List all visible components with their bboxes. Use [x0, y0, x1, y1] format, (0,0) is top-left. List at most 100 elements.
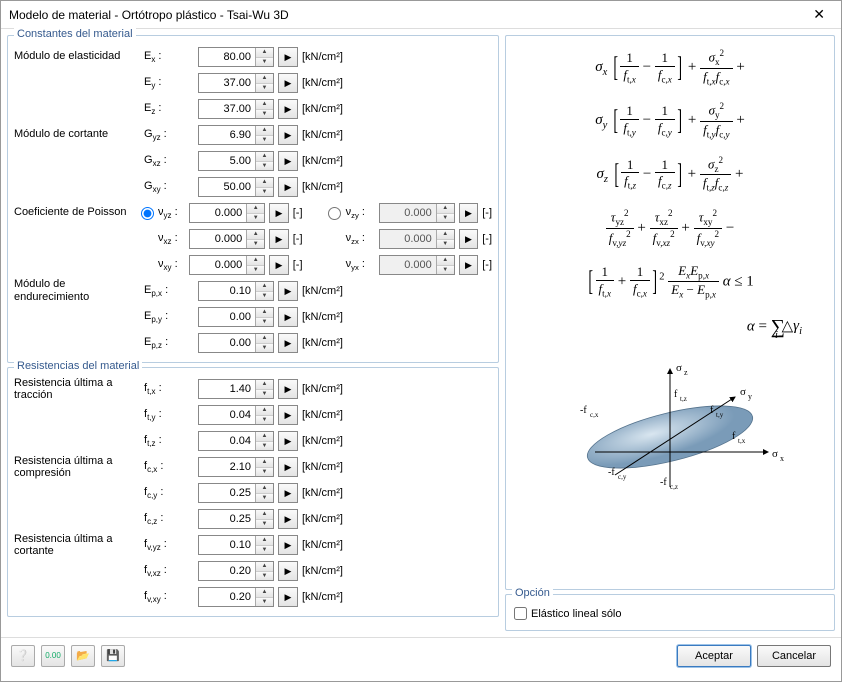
input-gxz[interactable]: ▲▼	[198, 151, 274, 171]
formula-sigma-x: σx [1ft,x − 1fc,x] + σx2ft,xfc,x +	[595, 48, 745, 87]
symbol-vyz: νyz :	[158, 206, 185, 220]
input-ey[interactable]: ▲▼	[198, 73, 274, 93]
detail-button[interactable]: ▶	[278, 457, 298, 477]
detail-button[interactable]: ▶	[269, 203, 288, 223]
symbol-ftz: ft,z :	[144, 434, 176, 448]
spin-down-icon: ▼	[256, 58, 273, 67]
input-ex[interactable]: ▲▼	[198, 47, 274, 67]
symbol-vxz: νxz :	[158, 232, 185, 246]
input-epy[interactable]: ▲▼	[198, 307, 274, 327]
detail-button[interactable]: ▶	[278, 281, 298, 301]
svg-text:-f: -f	[608, 467, 615, 478]
input-vzy[interactable]: ▲▼	[379, 203, 455, 223]
symbol-fvxz: fv,xz :	[144, 564, 176, 578]
svg-text:c,y: c,y	[618, 473, 627, 481]
units-icon[interactable]: 0.00	[41, 645, 65, 667]
detail-button[interactable]: ▶	[459, 255, 478, 275]
group-strengths: Resistencias del material Resistencia úl…	[7, 367, 499, 617]
input-fcy[interactable]: ▲▼	[198, 483, 274, 503]
input-vxy[interactable]: ▲▼	[189, 255, 265, 275]
input-gxy[interactable]: ▲▼	[198, 177, 274, 197]
symbol-epx: Ep,x :	[144, 284, 176, 298]
detail-button[interactable]: ▶	[278, 509, 298, 529]
detail-button[interactable]: ▶	[278, 431, 298, 451]
formula-tau: τyz2fv,yz2 + τxz2fv,xz2 + τxy2fv,xy2 −	[606, 208, 735, 249]
label-elastic-modulus: Módulo de elasticidad	[14, 50, 140, 63]
detail-button[interactable]: ▶	[459, 229, 478, 249]
input-vyz[interactable]: ▲▼	[189, 203, 265, 223]
symbol-fty: ft,y :	[144, 408, 176, 422]
input-fvxz[interactable]: ▲▼	[198, 561, 274, 581]
svg-text:σ: σ	[740, 386, 746, 398]
detail-button[interactable]: ▶	[278, 333, 298, 353]
detail-button[interactable]: ▶	[278, 151, 298, 171]
input-epx[interactable]: ▲▼	[198, 281, 274, 301]
input-fvyz[interactable]: ▲▼	[198, 535, 274, 555]
symbol-epy: Ep,y :	[144, 310, 176, 324]
input-vyx[interactable]: ▲▼	[379, 255, 455, 275]
help-icon[interactable]: ❔	[11, 645, 35, 667]
detail-button[interactable]: ▶	[269, 255, 288, 275]
input-ftz[interactable]: ▲▼	[198, 431, 274, 451]
input-vxz[interactable]: ▲▼	[189, 229, 265, 249]
symbol-vxy: νxy :	[158, 258, 185, 272]
input-gyz[interactable]: ▲▼	[198, 125, 274, 145]
cancel-button[interactable]: Cancelar	[757, 645, 831, 667]
detail-button[interactable]: ▶	[278, 177, 298, 197]
svg-text:σ: σ	[772, 448, 778, 460]
formula-alpha-2: α = ∑i △γi	[518, 315, 822, 343]
formula-sigma-y: σy [1ft,y − 1fc,y] + σy2ft,yfc,y +	[595, 101, 745, 140]
radio-poisson-primary[interactable]	[141, 207, 154, 220]
symbol-ftx: ft,x :	[144, 382, 176, 396]
input-fvxy[interactable]: ▲▼	[198, 587, 274, 607]
detail-button[interactable]: ▶	[269, 229, 288, 249]
save-icon[interactable]: 💾	[101, 645, 125, 667]
svg-text:c,x: c,x	[590, 411, 599, 419]
detail-button[interactable]: ▶	[278, 379, 298, 399]
radio-poisson-secondary[interactable]	[328, 207, 341, 220]
svg-text:x: x	[780, 454, 784, 463]
detail-button[interactable]: ▶	[278, 47, 298, 67]
label-linear-elastic: Elástico lineal sólo	[531, 608, 622, 620]
window-title: Modelo de material - Ortótropo plástico …	[9, 8, 289, 22]
symbol-gyz: Gyz :	[144, 128, 176, 142]
svg-text:z: z	[684, 368, 688, 377]
symbol-fcy: fc,y :	[144, 486, 176, 500]
input-ftx[interactable]: ▲▼	[198, 379, 274, 399]
detail-button[interactable]: ▶	[459, 203, 478, 223]
symbol-vzy: νzy :	[346, 206, 375, 220]
accept-button[interactable]: Aceptar	[677, 645, 751, 667]
label-shear-strength: Resistencia última a cortante	[14, 533, 140, 557]
detail-button[interactable]: ▶	[278, 125, 298, 145]
symbol-vzx: νzx :	[346, 232, 375, 246]
footer: ❔ 0.00 📂 💾 Aceptar Cancelar	[1, 637, 841, 673]
group-constants-legend: Constantes del material	[14, 28, 136, 40]
detail-button[interactable]: ▶	[278, 307, 298, 327]
detail-button[interactable]: ▶	[278, 483, 298, 503]
svg-text:-f: -f	[580, 405, 587, 416]
symbol-ez: Ez :	[144, 102, 176, 116]
input-fty[interactable]: ▲▼	[198, 405, 274, 425]
group-constants: Constantes del material Módulo de elasti…	[7, 35, 499, 363]
symbol-ey: Ey :	[144, 76, 176, 90]
detail-button[interactable]: ▶	[278, 405, 298, 425]
detail-button[interactable]: ▶	[278, 73, 298, 93]
input-epz[interactable]: ▲▼	[198, 333, 274, 353]
detail-button[interactable]: ▶	[278, 561, 298, 581]
checkbox-linear-elastic[interactable]	[514, 607, 527, 620]
load-icon[interactable]: 📂	[71, 645, 95, 667]
label-compressive: Resistencia última a compresión	[14, 455, 140, 479]
input-vzx[interactable]: ▲▼	[379, 229, 455, 249]
symbol-gxz: Gxz :	[144, 154, 176, 168]
input-fcx[interactable]: ▲▼	[198, 457, 274, 477]
symbol-fcz: fc,z :	[144, 512, 176, 526]
input-fcz[interactable]: ▲▼	[198, 509, 274, 529]
close-icon[interactable]: ✕	[805, 4, 833, 25]
symbol-fvyz: fv,yz :	[144, 538, 176, 552]
input-ez[interactable]: ▲▼	[198, 99, 274, 119]
detail-button[interactable]: ▶	[278, 99, 298, 119]
detail-button[interactable]: ▶	[278, 535, 298, 555]
svg-text:-f: -f	[660, 477, 667, 488]
detail-button[interactable]: ▶	[278, 587, 298, 607]
group-option-legend: Opción	[512, 587, 553, 599]
